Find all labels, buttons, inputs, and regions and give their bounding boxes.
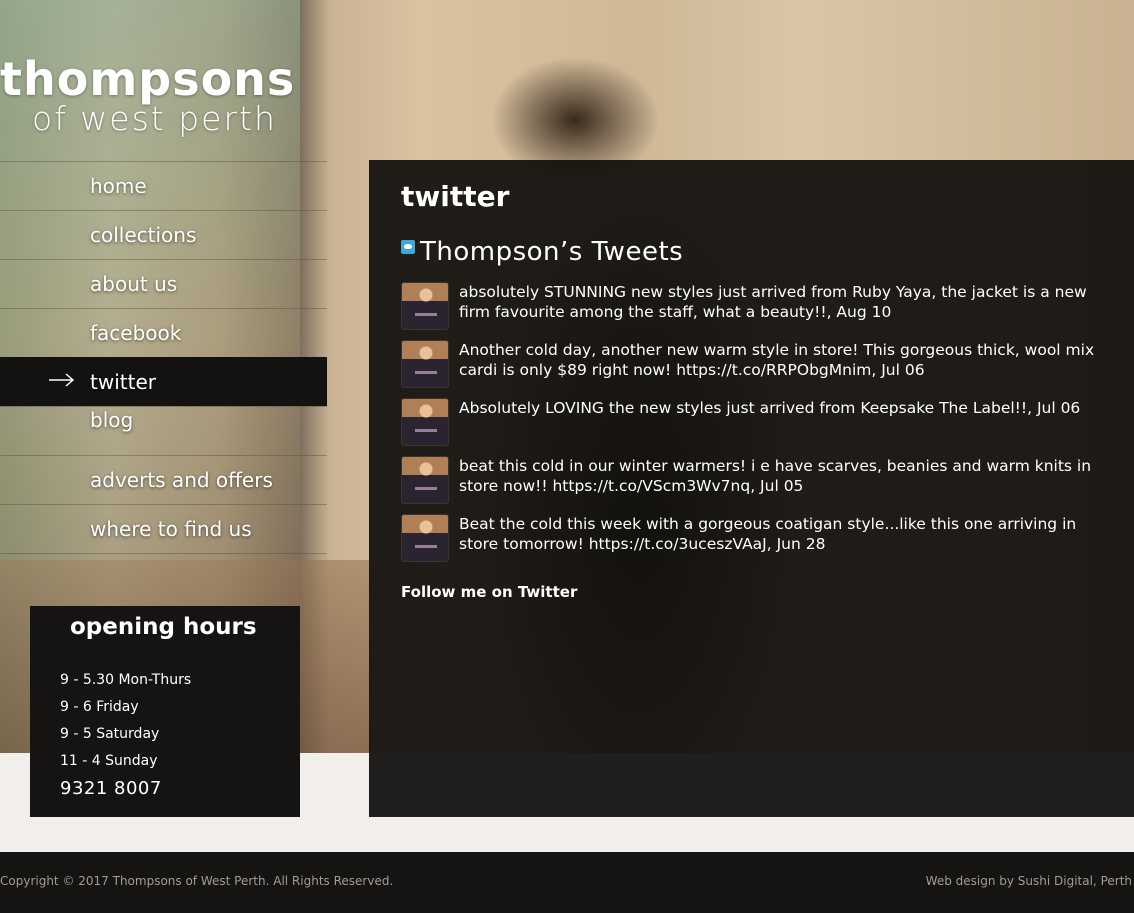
- logo-line-2: of west perth: [32, 99, 277, 138]
- tweet-avatar[interactable]: [401, 514, 449, 562]
- opening-hours-box: opening hours 9 - 5.30 Mon-Thurs 9 - 6 F…: [30, 606, 300, 817]
- follow-on-twitter-link[interactable]: Follow me on Twitter: [401, 583, 577, 601]
- tweet-item: beat this cold in our winter warmers! i …: [401, 456, 1101, 514]
- page-title: twitter: [401, 180, 510, 213]
- nav-link-adverts-and-offers[interactable]: adverts and offers: [90, 468, 273, 492]
- nav-link-home[interactable]: home: [90, 174, 147, 198]
- nav-link-blog[interactable]: blog: [90, 408, 133, 432]
- nav-link-collections[interactable]: collections: [90, 223, 196, 247]
- tweet-avatar[interactable]: [401, 398, 449, 446]
- nav-item-facebook[interactable]: facebook: [0, 308, 327, 357]
- site-footer: Copyright © 2017 Thompsons of West Perth…: [0, 852, 1134, 913]
- nav-link-about-us[interactable]: about us: [90, 272, 177, 296]
- nav-link-twitter[interactable]: twitter: [90, 370, 156, 394]
- nav-item-twitter[interactable]: twitter: [0, 357, 327, 406]
- nav-item-adverts-and-offers[interactable]: adverts and offers: [0, 455, 327, 504]
- tweet-text[interactable]: Beat the cold this week with a gorgeous …: [459, 514, 1099, 554]
- tweet-avatar[interactable]: [401, 456, 449, 504]
- main-navigation: home collections about us facebook twitt…: [0, 161, 327, 554]
- phone-number[interactable]: 9321 8007: [60, 778, 162, 799]
- twitter-content-panel: twitter Thompson’s Tweets absolutely STU…: [369, 160, 1134, 817]
- site-logo[interactable]: thompsons of west perth: [0, 52, 330, 138]
- nav-link-facebook[interactable]: facebook: [90, 321, 181, 345]
- nav-item-about-us[interactable]: about us: [0, 259, 327, 308]
- web-design-credit-link[interactable]: Web design by Sushi Digital, Perth: [926, 874, 1132, 888]
- hours-row: 11 - 4 Sunday: [60, 753, 158, 769]
- nav-item-blog[interactable]: blog: [0, 406, 327, 455]
- opening-hours-title: opening hours: [70, 614, 257, 640]
- hours-row: 9 - 5 Saturday: [60, 726, 160, 742]
- tweet-text[interactable]: Absolutely LOVING the new styles just ar…: [459, 398, 1099, 418]
- copyright-text: Copyright © 2017 Thompsons of West Perth…: [0, 874, 394, 888]
- arrow-right-icon: [49, 373, 75, 387]
- tweet-item: absolutely STUNNING new styles just arri…: [401, 282, 1101, 340]
- tweet-item: Beat the cold this week with a gorgeous …: [401, 514, 1101, 572]
- tweet-text[interactable]: beat this cold in our winter warmers! i …: [459, 456, 1099, 496]
- nav-item-collections[interactable]: collections: [0, 210, 327, 259]
- nav-link-where-to-find-us[interactable]: where to find us: [90, 517, 252, 541]
- tweet-list: absolutely STUNNING new styles just arri…: [401, 282, 1101, 572]
- tweet-item: Another cold day, another new warm style…: [401, 340, 1101, 398]
- nav-item-home[interactable]: home: [0, 161, 327, 210]
- tweet-avatar[interactable]: [401, 282, 449, 330]
- logo-line-1: thompsons: [0, 52, 296, 106]
- tweet-avatar[interactable]: [401, 340, 449, 388]
- hours-row: 9 - 5.30 Mon-Thurs: [60, 672, 192, 688]
- twitter-bird-icon: [401, 240, 415, 254]
- hours-row: 9 - 6 Friday: [60, 699, 139, 715]
- tweets-feed-title: Thompson’s Tweets: [420, 237, 684, 267]
- tweet-text[interactable]: absolutely STUNNING new styles just arri…: [459, 282, 1099, 322]
- tweet-text[interactable]: Another cold day, another new warm style…: [459, 340, 1099, 380]
- tweets-header: Thompson’s Tweets: [401, 237, 683, 267]
- nav-item-where-to-find-us[interactable]: where to find us: [0, 504, 327, 554]
- tweet-item: Absolutely LOVING the new styles just ar…: [401, 398, 1101, 456]
